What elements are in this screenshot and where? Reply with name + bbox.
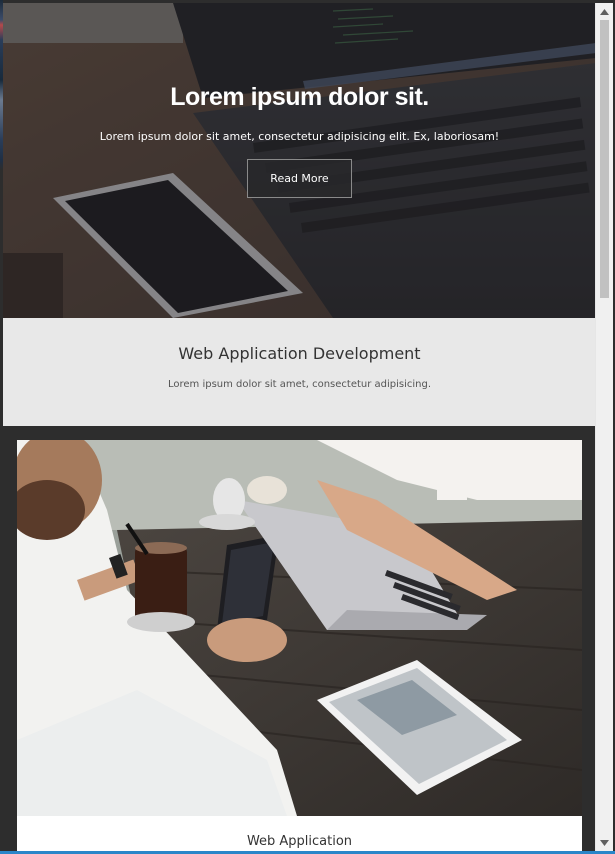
hero-content: Lorem ipsum dolor sit. Lorem ipsum dolor… xyxy=(3,83,596,198)
feature-band: Web Application Development Lorem ipsum … xyxy=(3,318,596,426)
project-card[interactable]: Web Application xyxy=(9,430,583,851)
vertical-scrollbar[interactable] xyxy=(595,3,613,851)
hero-section: Lorem ipsum dolor sit. Lorem ipsum dolor… xyxy=(3,3,596,318)
chevron-down-icon[interactable] xyxy=(596,834,613,851)
chevron-up-icon[interactable] xyxy=(596,3,613,20)
feature-title: Web Application Development xyxy=(178,344,421,363)
card-caption: Web Application xyxy=(246,834,353,849)
card-section: Web Application xyxy=(3,426,596,851)
browser-window: Lorem ipsum dolor sit. Lorem ipsum dolor… xyxy=(0,0,615,854)
hero-title: Lorem ipsum dolor sit. xyxy=(170,83,429,111)
feature-subtitle: Lorem ipsum dolor sit amet, consectetur … xyxy=(167,379,432,390)
read-more-button[interactable]: Read More xyxy=(247,159,352,198)
scrollbar-thumb[interactable] xyxy=(600,20,609,298)
card-image xyxy=(9,430,583,816)
page-viewport: Lorem ipsum dolor sit. Lorem ipsum dolor… xyxy=(3,3,596,851)
hero-subtitle: Lorem ipsum dolor sit amet, consectetur … xyxy=(99,130,500,143)
